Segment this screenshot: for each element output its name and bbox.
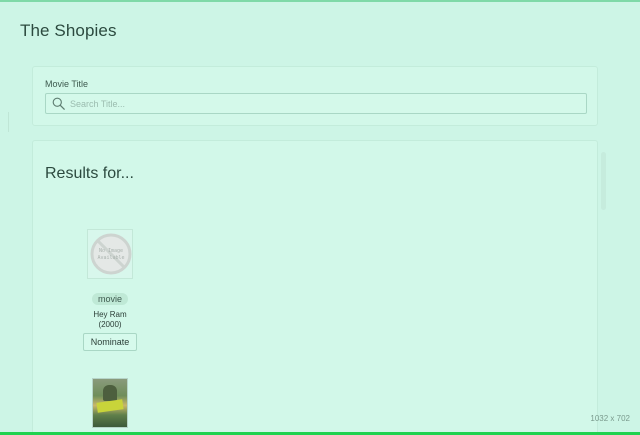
results-card: Results for... No Image Available movie … [32, 140, 598, 432]
search-input[interactable] [70, 95, 580, 112]
results-heading: Results for... [45, 165, 134, 182]
size-readout: 1032 x 702 [590, 414, 630, 423]
divider [8, 112, 9, 132]
movie-title: Hey Ram (2000) [58, 310, 162, 330]
poster-figure [103, 385, 117, 401]
search-card: Movie Title [32, 66, 598, 126]
poster-title-band [96, 399, 124, 413]
movie-poster-image [92, 378, 128, 428]
nominate-button[interactable]: Nominate [82, 333, 138, 351]
app-title: The Shopies [20, 21, 117, 40]
movie-card: No Image Available movie Hey Ram (2000) … [58, 229, 162, 351]
movie-card [58, 378, 162, 428]
no-image-poster: No Image Available [87, 229, 133, 279]
movie-name: Hey Ram [93, 310, 127, 319]
poster-text-line-2: Available [97, 255, 124, 261]
type-badge: movie [91, 293, 128, 305]
poster-text-line-1: No Image [99, 248, 123, 254]
search-icon [52, 97, 65, 110]
page: The Shopies Movie Title Results for... N… [0, 0, 640, 435]
movie-year: (2000) [98, 320, 122, 329]
search-label: Movie Title [45, 79, 89, 89]
no-image-placeholder-icon: No Image Available [90, 233, 132, 275]
search-box[interactable] [45, 93, 587, 114]
scrollbar[interactable] [601, 152, 606, 210]
